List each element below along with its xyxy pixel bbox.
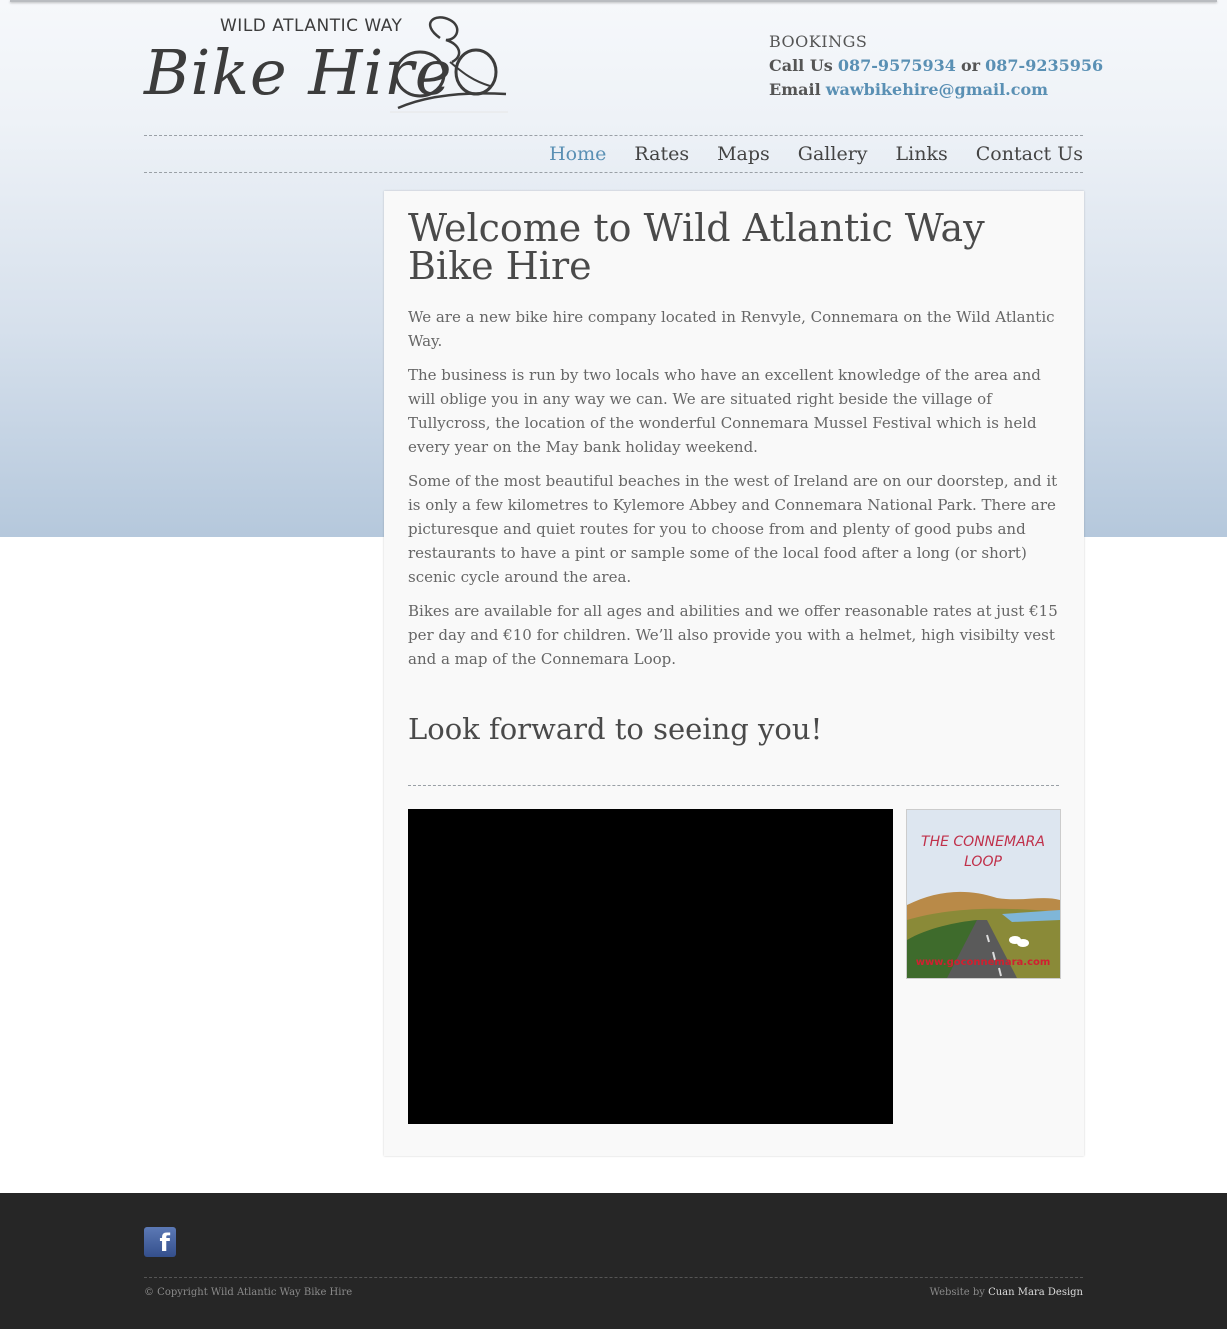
nav-item-gallery[interactable]: Gallery [798,143,868,165]
intro-paragraph-2: The business is run by two locals who ha… [408,366,1041,456]
page-title: Welcome to Wild Atlantic Way Bike Hire [408,206,985,288]
call-label: Call Us [769,56,833,75]
content-divider [408,785,1059,786]
nav-item-contact-us[interactable]: Contact Us [976,143,1083,165]
email-line: Email wawbikehire@gmail.com [769,78,1103,102]
intro-paragraph-3: Some of the most beautiful beaches in th… [408,472,1058,586]
credit-prefix: Website by [929,1287,985,1298]
site-footer: f © Copyright Wild Atlantic Way Bike Hir… [0,1193,1227,1329]
connemara-loop-illustration: THE CONNEMARA LOOP www.goconnemara.com [907,810,1060,978]
top-edge-line [10,0,1217,2]
map-title-line-2: LOOP [964,854,1002,870]
designer-link[interactable]: Cuan Mara Design [988,1287,1083,1298]
nav-item-home[interactable]: Home [549,143,606,165]
email-link[interactable]: wawbikehire@gmail.com [826,80,1048,99]
video-player[interactable] [408,809,893,1124]
intro-paragraph-1: We are a new bike hire company located i… [408,308,1055,350]
phone-link-1[interactable]: 087-9575934 [838,56,956,75]
facebook-icon[interactable]: f [144,1227,176,1257]
phone-link-2[interactable]: 087-9235956 [985,56,1103,75]
bookings-title: BOOKINGS [769,32,868,51]
map-url: www.goconnemara.com [916,957,1051,968]
footer-divider [144,1277,1083,1278]
logo-tagline: WILD ATLANTIC WAY [220,16,403,36]
nav-item-links[interactable]: Links [896,143,948,165]
call-line: Call Us 087-9575934 or 087-9235956 [769,54,1103,78]
email-label: Email [769,80,821,99]
bookings-info: BOOKINGS Call Us 087-9575934 or 087-9235… [769,30,1103,102]
connemara-loop-map-image[interactable]: THE CONNEMARA LOOP www.goconnemara.com [906,809,1061,979]
closing-heading: Look forward to seeing you! [408,712,823,746]
main-content: Welcome to Wild Atlantic Way Bike Hire W… [384,191,1084,1156]
intro-paragraph-4: Bikes are available for all ages and abi… [408,602,1058,668]
nav-item-maps[interactable]: Maps [717,143,770,165]
designer-credit: Website by Cuan Mara Design [930,1287,1083,1298]
map-title-line-1: THE CONNEMARA [921,834,1045,850]
cyclist-icon [390,16,508,113]
nav-item-rates[interactable]: Rates [634,143,689,165]
main-navigation: Home Rates Maps Gallery Links Contact Us [144,135,1083,173]
site-logo[interactable]: WILD ATLANTIC WAY Bike Hire [144,14,514,114]
or-label: or [960,56,981,75]
copyright-text: © Copyright Wild Atlantic Way Bike Hire [144,1287,353,1298]
